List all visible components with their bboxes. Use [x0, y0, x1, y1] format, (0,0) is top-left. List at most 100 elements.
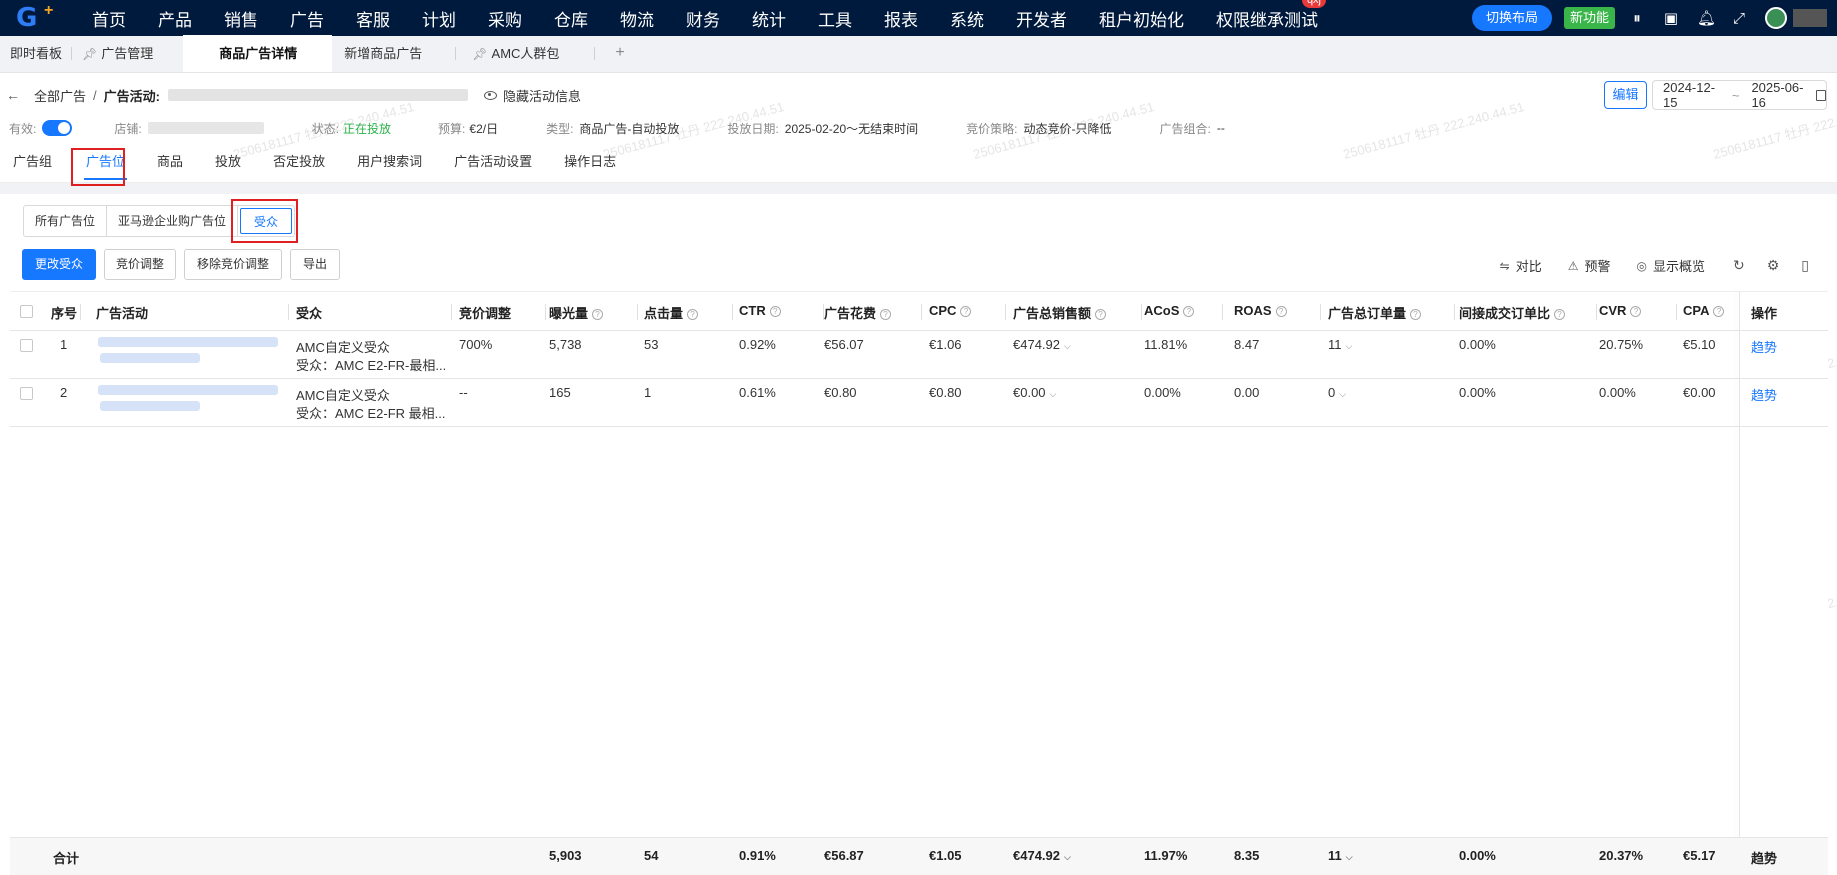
pause-circle-icon[interactable]: ⏸ — [1629, 10, 1645, 27]
hide-campaign-info-button[interactable]: 隐藏活动信息 — [483, 86, 581, 105]
book-icon[interactable]: ▯ — [1801, 257, 1809, 274]
subtab-operation-log[interactable]: 操作日志 — [551, 150, 629, 180]
tab-product-ad-detail[interactable]: 商品广告详情 — [183, 35, 333, 72]
refresh-icon[interactable]: ↻ — [1733, 257, 1745, 274]
back-arrow-icon[interactable]: ← — [6, 87, 20, 103]
alert-button[interactable]: ⚠ 预警 — [1568, 256, 1611, 275]
orders-value[interactable]: 0 ⌵ — [1328, 385, 1346, 400]
nav-purchase[interactable]: 采购 — [488, 6, 522, 31]
nav-system[interactable]: 系统 — [950, 6, 984, 31]
date-range-picker[interactable]: 2024-12-15 ~ 2025-06-16 — [1652, 80, 1827, 110]
nav-home[interactable]: 首页 — [92, 6, 126, 31]
help-icon[interactable]: ? — [687, 309, 699, 320]
col-total-orders[interactable]: 广告总订单量? — [1328, 303, 1422, 322]
bid-adjust-button[interactable]: 竞价调整 — [104, 249, 177, 280]
avatar[interactable] — [1765, 7, 1787, 29]
chevron-down-icon[interactable]: ⌵ — [1339, 389, 1346, 399]
help-icon[interactable]: ? — [880, 309, 892, 320]
calendar-icon[interactable] — [1816, 89, 1826, 101]
nav-tools[interactable]: 工具 — [818, 6, 852, 31]
nav-permission-test[interactable]: 权限继承测试 qxj — [1216, 0, 1326, 31]
nav-product[interactable]: 产品 — [158, 6, 192, 31]
app-logo[interactable]: G + — [12, 0, 72, 36]
sales-value[interactable]: €0.00 ⌵ — [1013, 385, 1056, 400]
change-audience-button[interactable]: 更改受众 — [22, 249, 97, 280]
total-orders[interactable]: 11 ⌵ — [1328, 848, 1353, 863]
row-checkbox[interactable] — [20, 339, 33, 352]
help-icon[interactable]: ? — [592, 309, 604, 320]
compare-button[interactable]: ⇋ 对比 — [1500, 256, 1542, 275]
col-acos[interactable]: ACoS? — [1144, 303, 1195, 318]
date-end[interactable]: 2025-06-16 — [1751, 80, 1808, 110]
enabled-toggle[interactable] — [42, 120, 73, 136]
col-cvr[interactable]: CVR? — [1599, 303, 1642, 318]
user-name-redacted[interactable] — [1793, 9, 1827, 27]
chevron-down-icon[interactable]: ⌵ — [1346, 852, 1353, 862]
pin-icon[interactable]: 📌︎ — [82, 47, 97, 61]
show-overview-button[interactable]: ◎ 显示概览 — [1636, 256, 1705, 275]
calendar-check-icon[interactable]: ▣ — [1663, 9, 1679, 27]
settings-gear-icon[interactable]: ⚙ — [1767, 257, 1780, 274]
segment-business-placement[interactable]: 亚马逊企业购广告位 — [107, 206, 239, 236]
export-button[interactable]: 导出 — [290, 249, 341, 280]
nav-plan[interactable]: 计划 — [422, 6, 456, 31]
col-spend[interactable]: 广告花费? — [824, 303, 892, 322]
col-roas[interactable]: ROAS? — [1234, 303, 1287, 318]
help-icon[interactable]: ? — [1713, 306, 1725, 317]
nav-ads[interactable]: 广告 — [290, 6, 324, 31]
row-checkbox[interactable] — [20, 387, 33, 400]
col-cpa[interactable]: CPA? — [1683, 303, 1725, 318]
help-icon[interactable]: ? — [1183, 306, 1195, 317]
nav-reports[interactable]: 报表 — [884, 6, 918, 31]
help-icon[interactable]: ? — [1095, 309, 1107, 320]
nav-sales[interactable]: 销售 — [224, 6, 258, 31]
subtab-negative-targeting[interactable]: 否定投放 — [260, 150, 338, 180]
help-icon[interactable]: ? — [960, 306, 972, 317]
trend-link[interactable]: 趋势 — [1751, 385, 1777, 404]
subtab-search-terms[interactable]: 用户搜索词 — [344, 150, 435, 180]
help-icon[interactable]: ? — [1410, 309, 1422, 320]
nav-developer[interactable]: 开发者 — [1016, 6, 1067, 31]
remove-bid-adjust-button[interactable]: 移除竞价调整 — [184, 249, 283, 280]
edit-button[interactable]: 编辑 — [1604, 81, 1647, 109]
tab-new-product-ad[interactable]: 新增商品广告 — [332, 35, 457, 72]
sales-value[interactable]: €474.92 ⌵ — [1013, 337, 1071, 352]
nav-service[interactable]: 客服 — [356, 6, 390, 31]
col-total-sales[interactable]: 广告总销售额? — [1013, 303, 1107, 322]
nav-tenant-init[interactable]: 租户初始化 — [1099, 6, 1184, 31]
nav-finance[interactable]: 财务 — [686, 6, 720, 31]
nav-warehouse[interactable]: 仓库 — [554, 6, 588, 31]
subtab-targeting[interactable]: 投放 — [202, 150, 254, 180]
new-feature-button[interactable]: 新功能 — [1563, 7, 1615, 29]
chevron-down-icon[interactable]: ⌵ — [1050, 389, 1057, 399]
help-icon[interactable]: ? — [769, 306, 781, 317]
date-start[interactable]: 2024-12-15 — [1663, 80, 1720, 110]
col-indirect-ratio[interactable]: 间接成交订单比? — [1459, 303, 1566, 322]
breadcrumb-all-ads[interactable]: 全部广告 — [34, 86, 86, 105]
subtab-product[interactable]: 商品 — [144, 150, 196, 180]
subtab-campaign-settings[interactable]: 广告活动设置 — [441, 150, 545, 180]
help-icon[interactable]: ? — [1630, 306, 1642, 317]
subtab-ad-group[interactable]: 广告组 — [0, 150, 65, 180]
chevron-down-icon[interactable]: ⌵ — [1064, 341, 1071, 351]
col-ctr[interactable]: CTR? — [739, 303, 781, 318]
col-clicks[interactable]: 点击量? — [644, 303, 699, 322]
tab-ad-management[interactable]: 📌︎ 广告管理 — [72, 35, 183, 72]
nav-logistics[interactable]: 物流 — [620, 6, 654, 31]
trend-link[interactable]: 趋势 — [1751, 337, 1777, 356]
help-icon[interactable]: ? — [1275, 306, 1287, 317]
fullscreen-icon[interactable]: ⤢ — [1731, 10, 1747, 27]
total-sales[interactable]: €474.92 ⌵ — [1013, 848, 1071, 863]
col-impressions[interactable]: 曝光量? — [549, 303, 604, 322]
tab-amc-audience[interactable]: 📌︎ AMC人群包 — [456, 35, 596, 72]
orders-value[interactable]: 11 ⌵ — [1328, 337, 1352, 352]
total-trend-link[interactable]: 趋势 — [1751, 848, 1777, 867]
bell-icon[interactable]: 🔔︎ — [1697, 9, 1716, 27]
nav-stats[interactable]: 统计 — [752, 6, 786, 31]
chevron-down-icon[interactable]: ⌵ — [1064, 852, 1071, 862]
tab-dashboard[interactable]: 即时看板 — [0, 35, 73, 72]
switch-layout-button[interactable]: 切换布局 — [1471, 5, 1552, 31]
segment-all-placements[interactable]: 所有广告位 — [24, 206, 108, 236]
pin-icon[interactable]: 📌︎ — [472, 47, 487, 61]
help-icon[interactable]: ? — [1554, 309, 1566, 320]
